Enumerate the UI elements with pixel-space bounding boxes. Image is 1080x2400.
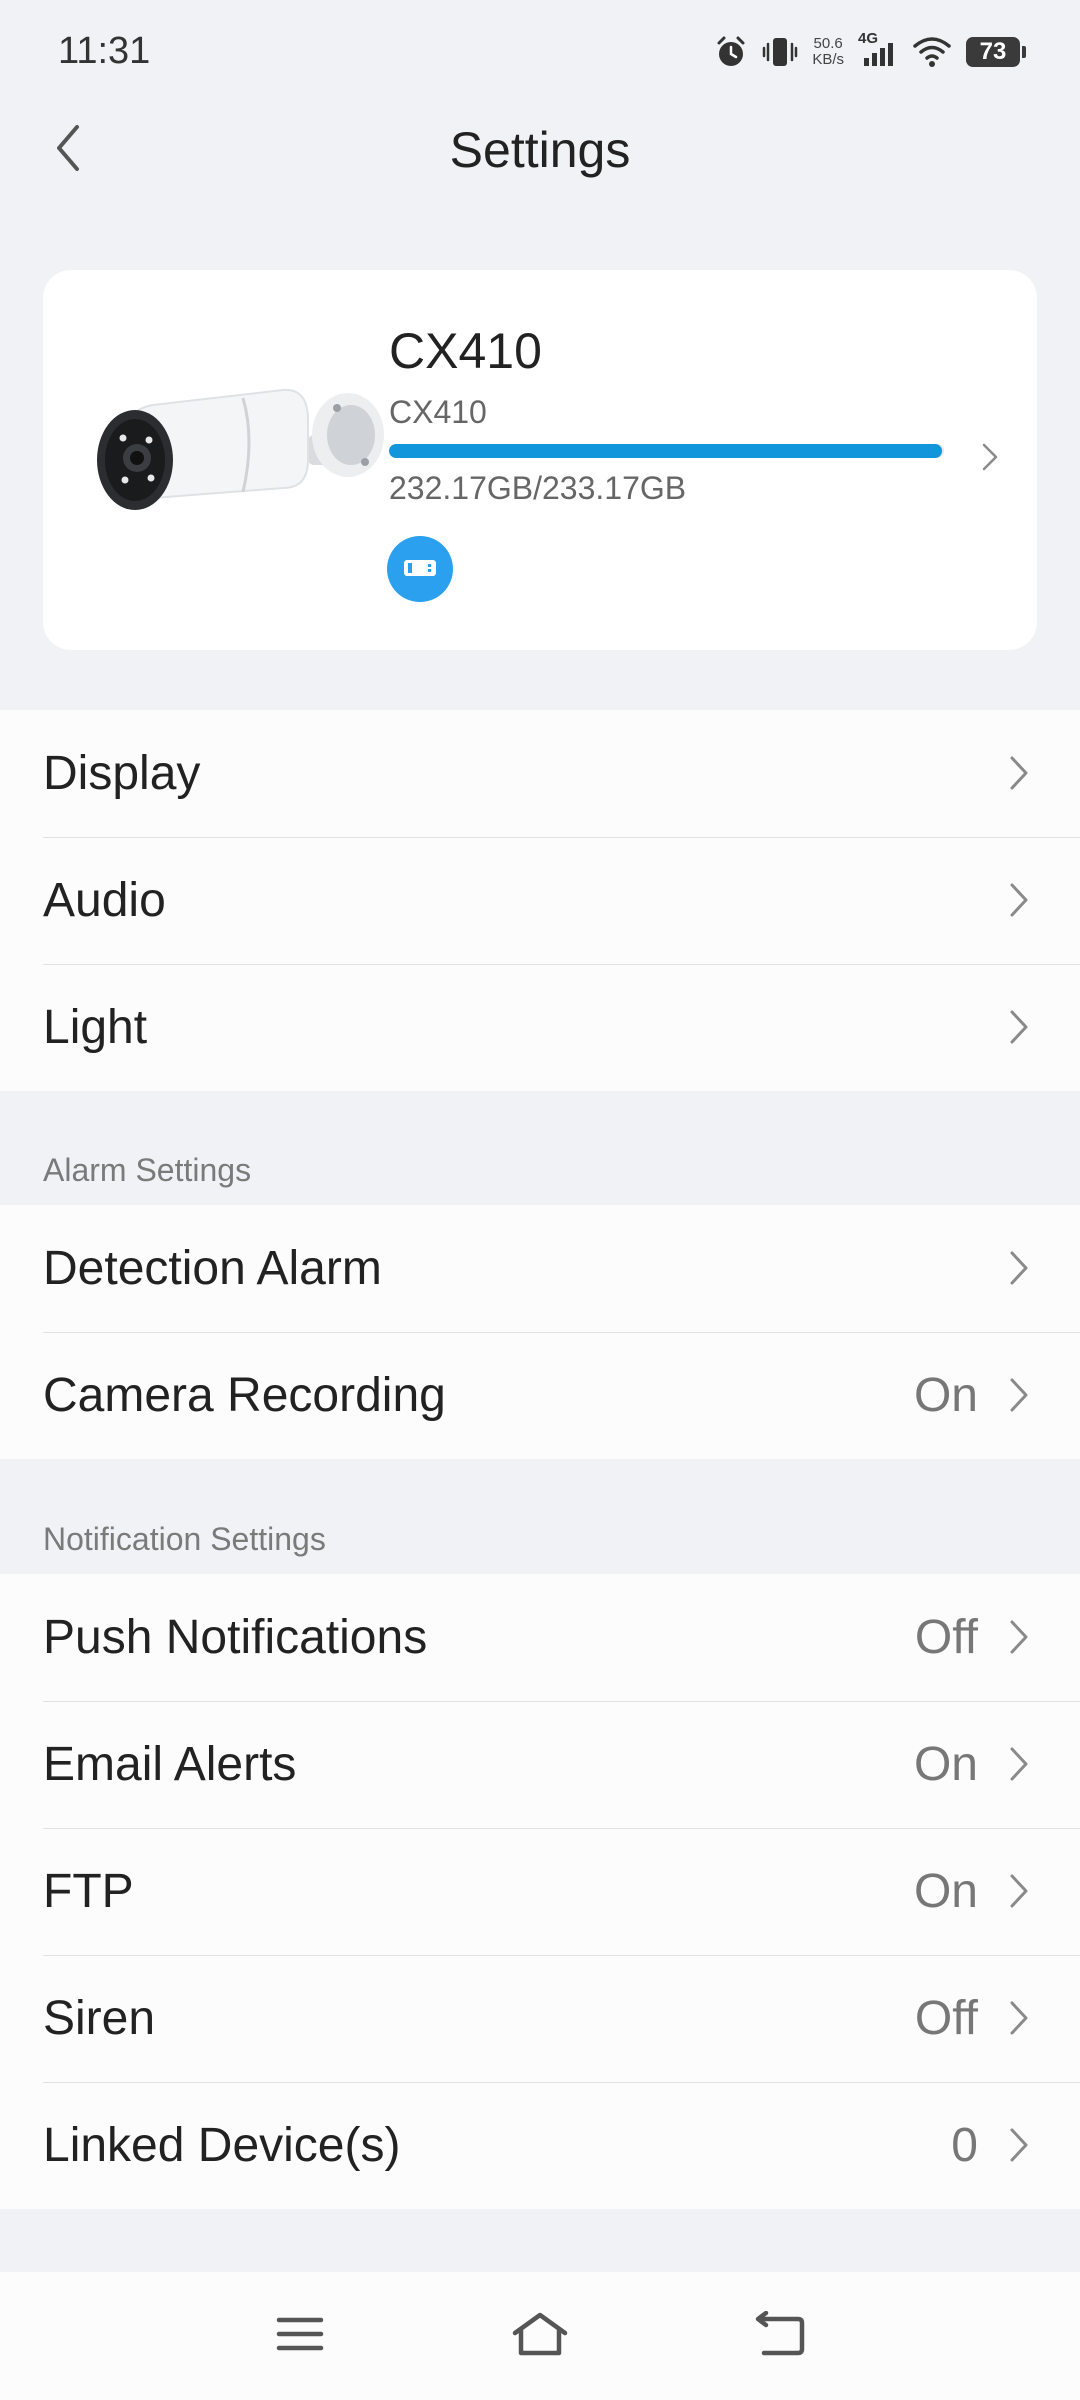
- device-name: CX410: [389, 323, 542, 379]
- status-bar: 11:31 50.6 KB/s 4G 73: [0, 0, 1080, 100]
- notification-settings-group: Push Notifications Off Email Alerts On F…: [0, 1574, 1080, 2209]
- alarm-settings-header: Alarm Settings: [43, 1152, 252, 1188]
- settings-row-detection-alarm[interactable]: Detection Alarm: [0, 1205, 1080, 1332]
- chevron-right-icon: [1008, 1999, 1030, 2042]
- row-label: Display: [43, 747, 201, 800]
- row-label: Light: [43, 1001, 148, 1054]
- alarm-settings-group: Detection Alarm Camera Recording On: [0, 1205, 1080, 1459]
- status-time: 11:31: [58, 30, 151, 72]
- net-speed: 50.6 KB/s: [812, 36, 844, 68]
- chevron-right-icon: [1008, 754, 1030, 797]
- row-label: Camera Recording: [43, 1369, 446, 1422]
- row-label: Email Alerts: [43, 1738, 297, 1791]
- page-title: Settings: [449, 122, 631, 178]
- home-button[interactable]: [508, 2304, 572, 2368]
- chevron-right-icon: [1008, 1249, 1030, 1292]
- signal-icon: 4G: [858, 30, 898, 70]
- header: Settings: [0, 100, 1080, 200]
- net-speed-value: 50.6: [813, 35, 843, 52]
- settings-row-siren[interactable]: Siren Off: [0, 1955, 1080, 2082]
- chevron-right-icon: [1008, 1618, 1030, 1661]
- chevron-right-icon: [1008, 1376, 1030, 1419]
- row-value: 0: [951, 2119, 978, 2172]
- storage-progress-fill: [389, 444, 942, 458]
- alarm-icon: [714, 35, 748, 69]
- row-label: Detection Alarm: [43, 1242, 382, 1295]
- storage-text: 232.17GB/233.17GB: [389, 470, 687, 506]
- sd-card-icon: [400, 552, 440, 587]
- camera-image: [93, 380, 393, 530]
- system-back-button[interactable]: [748, 2304, 812, 2368]
- menu-button[interactable]: [268, 2304, 332, 2368]
- chevron-right-icon: [1008, 1745, 1030, 1788]
- sd-card-badge: [387, 536, 453, 602]
- device-model: CX410: [389, 394, 487, 430]
- settings-row-light[interactable]: Light: [0, 964, 1080, 1091]
- status-icons: 50.6 KB/s 4G 73: [714, 30, 1026, 74]
- row-value: On: [913, 1738, 978, 1791]
- net-speed-unit: KB/s: [812, 51, 844, 68]
- wifi-icon: [912, 36, 952, 68]
- settings-row-linked-devices[interactable]: Linked Device(s) 0: [0, 2082, 1080, 2209]
- row-value: On: [913, 1369, 978, 1422]
- settings-row-display[interactable]: Display: [0, 710, 1080, 837]
- chevron-right-icon: [981, 442, 999, 477]
- general-settings-group: Display Audio Light: [0, 710, 1080, 1091]
- chevron-right-icon: [1008, 1872, 1030, 1915]
- row-label: Linked Device(s): [43, 2119, 401, 2172]
- settings-row-email-alerts[interactable]: Email Alerts On: [0, 1701, 1080, 1828]
- home-icon: [511, 2311, 569, 2362]
- chevron-right-icon: [1008, 881, 1030, 924]
- menu-icon: [275, 2314, 325, 2359]
- settings-row-push-notifications[interactable]: Push Notifications Off: [0, 1574, 1080, 1701]
- row-label: Audio: [43, 874, 166, 927]
- row-value: Off: [914, 1992, 978, 2045]
- back-icon: [752, 2310, 808, 2362]
- row-value: On: [913, 1865, 978, 1918]
- settings-row-audio[interactable]: Audio: [0, 837, 1080, 964]
- settings-row-ftp[interactable]: FTP On: [0, 1828, 1080, 1955]
- vibrate-icon: [762, 35, 798, 69]
- row-label: Push Notifications: [43, 1611, 428, 1664]
- device-card[interactable]: CX410 CX410 232.17GB/233.17GB: [43, 270, 1037, 650]
- settings-row-camera-recording[interactable]: Camera Recording On: [0, 1332, 1080, 1459]
- chevron-right-icon: [1008, 1008, 1030, 1051]
- notification-settings-header: Notification Settings: [43, 1521, 326, 1557]
- storage-progress-bar: [389, 444, 944, 458]
- row-value: Off: [914, 1611, 978, 1664]
- chevron-right-icon: [1008, 2126, 1030, 2169]
- battery-icon: 73: [966, 37, 1026, 67]
- row-label: FTP: [43, 1865, 134, 1918]
- row-label: Siren: [43, 1992, 156, 2045]
- system-navigation-bar: [0, 2272, 1080, 2400]
